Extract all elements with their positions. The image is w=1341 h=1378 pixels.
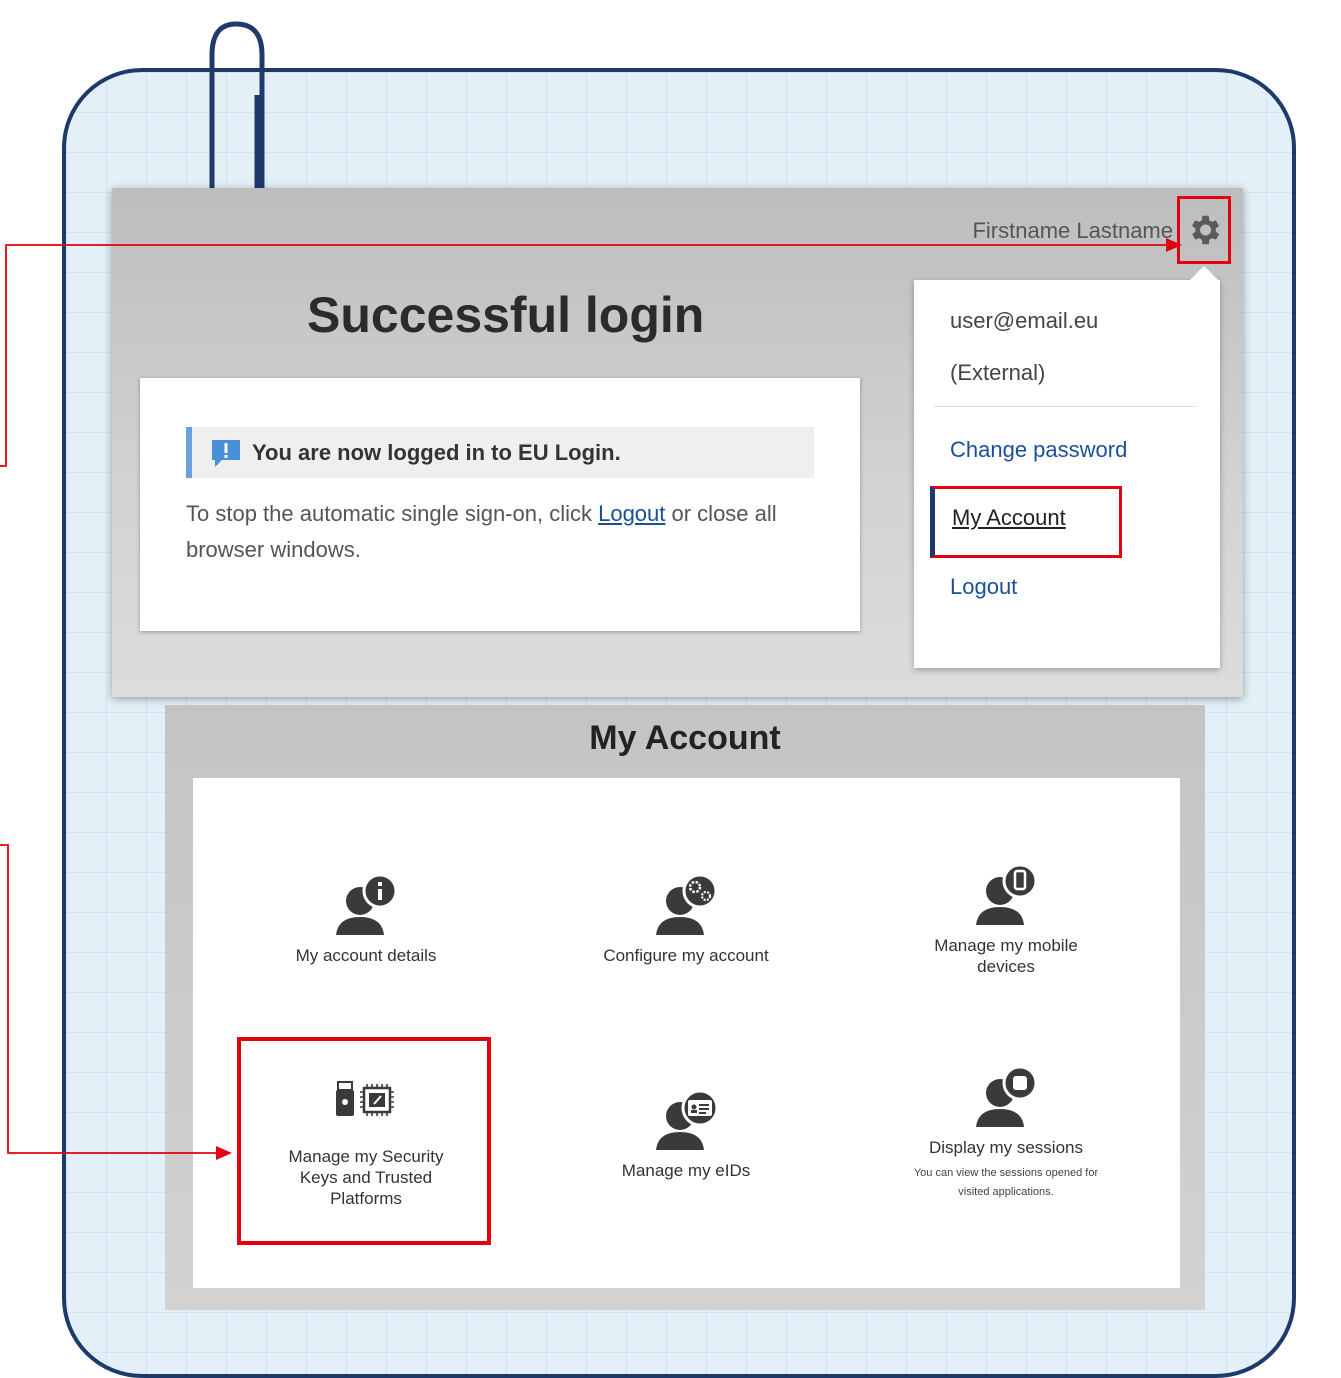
- notice-text: You are now logged in to EU Login.: [252, 439, 621, 465]
- message-text-before: To stop the automatic single sign-on, cl…: [186, 501, 599, 526]
- dropdown-caret: [1190, 266, 1218, 280]
- settings-button[interactable]: [1177, 196, 1231, 264]
- page-title: Successful login: [307, 287, 705, 343]
- my-account-title: My Account: [589, 719, 781, 757]
- my-account-panel: My Account My account details Configure: [165, 705, 1205, 1310]
- message-card: You are now logged in to EU Login. To st…: [140, 378, 860, 631]
- user-settings-icon: [656, 873, 718, 935]
- tile-sub-label: You can view the sessions opened for vis…: [913, 1167, 1099, 1198]
- tile-my-account-details[interactable]: My account details: [201, 873, 531, 966]
- user-name: Firstname Lastname: [972, 218, 1173, 243]
- account-type: (External): [950, 360, 1046, 385]
- logout-link[interactable]: Logout: [598, 501, 665, 526]
- tile-manage-eids[interactable]: Manage my eIDs: [521, 1088, 851, 1181]
- security-keys-highlight: [237, 1037, 491, 1245]
- user-sessions-icon: [976, 1065, 1038, 1127]
- user-mobile-icon: [976, 863, 1038, 925]
- user-menu-dropdown: user@email.eu (External) Change password…: [914, 280, 1220, 668]
- gear-icon: [1191, 215, 1220, 245]
- tile-label: Configure my account: [603, 946, 769, 965]
- account-tiles: My account details Configure my account …: [193, 778, 1180, 1288]
- info-notice: You are now logged in to EU Login.: [186, 427, 814, 478]
- tile-label: My account details: [295, 946, 437, 965]
- tile-manage-mobile-devices[interactable]: Manage my mobile devices: [841, 863, 1171, 977]
- tile-configure-account[interactable]: Configure my account: [521, 873, 851, 966]
- message-body: To stop the automatic single sign-on, cl…: [186, 496, 826, 568]
- my-account-menu-item[interactable]: My Account: [930, 486, 1122, 558]
- menu-divider: [934, 406, 1196, 407]
- change-password-link[interactable]: Change password: [950, 437, 1127, 463]
- tile-label: Display my sessions: [929, 1138, 1083, 1157]
- logout-menu-link[interactable]: Logout: [950, 574, 1017, 600]
- info-message-icon: [212, 439, 240, 467]
- login-panel: Firstname Lastname Successful login You …: [112, 188, 1243, 697]
- tile-display-sessions[interactable]: Display my sessions You can view the ses…: [841, 1065, 1171, 1202]
- user-eid-icon: [656, 1089, 719, 1150]
- user-email: user@email.eu: [950, 308, 1099, 333]
- user-info-icon: [336, 873, 398, 935]
- tile-label: Manage my eIDs: [621, 1161, 751, 1180]
- tile-label: Manage my mobile devices: [934, 936, 1078, 976]
- my-account-link[interactable]: My Account: [952, 505, 1066, 531]
